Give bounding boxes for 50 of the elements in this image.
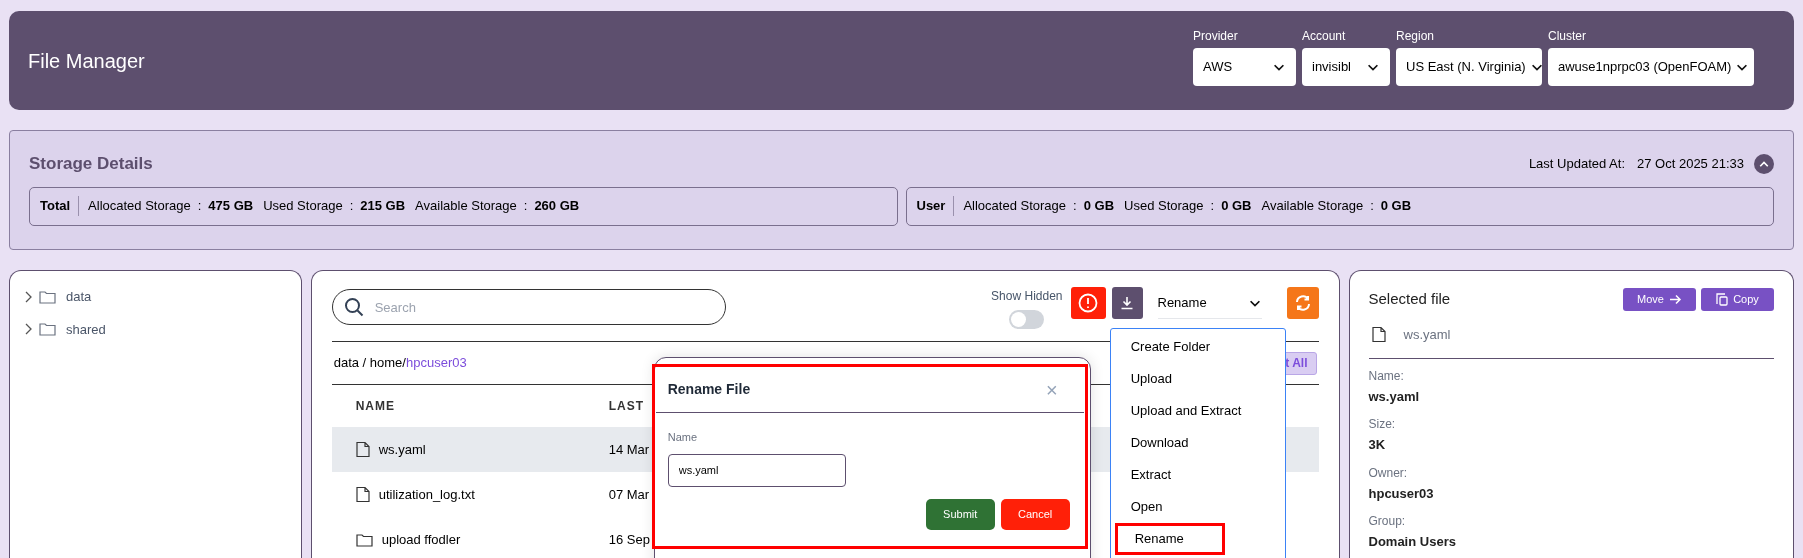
breadcrumb: data / home/hpcuser03 bbox=[333, 354, 467, 373]
detail-value: Domain Users bbox=[1368, 533, 1457, 551]
file-date: 14 Mar bbox=[608, 440, 650, 459]
stat-label: Allocated Storage bbox=[963, 197, 1067, 216]
stat-value: 0 GB bbox=[1083, 197, 1114, 216]
stat-value: 260 GB bbox=[534, 197, 580, 216]
detail-label: Owner: bbox=[1368, 464, 1409, 482]
stat-separator: : bbox=[197, 197, 202, 216]
detail-value: hpcuser03 bbox=[1368, 484, 1435, 503]
page-title: File Manager bbox=[28, 48, 145, 74]
selector-label: Cluster bbox=[1548, 28, 1587, 45]
stat-value: 475 GB bbox=[208, 197, 254, 216]
updated-label: Last Updated At: bbox=[1528, 155, 1625, 173]
file-name: upload ffodler bbox=[381, 530, 461, 549]
stat-separator: : bbox=[1210, 197, 1215, 216]
file-date: 16 Sep bbox=[608, 530, 650, 549]
detail-value: ws.yaml bbox=[1368, 387, 1421, 406]
selector-label: Account bbox=[1302, 28, 1347, 45]
updated-value: 27 Oct 2025 21:33 bbox=[1637, 155, 1744, 173]
stat-separator: : bbox=[349, 197, 354, 216]
stat-value: 215 GB bbox=[360, 197, 406, 216]
selected-file-name: ws.yaml bbox=[1403, 326, 1451, 344]
file-name: ws.yaml bbox=[378, 440, 426, 459]
selector-label: Region bbox=[1396, 28, 1436, 45]
stat-label: Available Storage bbox=[415, 197, 517, 216]
stat-label: Allocated Storage bbox=[88, 197, 191, 216]
file-name: utilization_log.txt bbox=[378, 485, 475, 504]
selector-label: Provider bbox=[1193, 28, 1239, 45]
group-label: Total bbox=[40, 196, 80, 216]
detail-value: 3K bbox=[1368, 436, 1387, 454]
column-header: NAME bbox=[355, 398, 397, 415]
stat-label: Available Storage bbox=[1261, 197, 1364, 216]
stat-label: Used Storage bbox=[1124, 197, 1204, 216]
detail-label: Size: bbox=[1368, 416, 1397, 433]
section-title: Storage Details bbox=[29, 153, 153, 175]
detail-label: Name: bbox=[1368, 367, 1405, 385]
stat-value: 0 GB bbox=[1221, 197, 1252, 216]
toggle-label: Show Hidden bbox=[991, 288, 1063, 305]
file-date: 07 Mar bbox=[608, 485, 650, 504]
panel-title: Selected file bbox=[1368, 289, 1451, 310]
stat-label: Used Storage bbox=[263, 197, 343, 216]
stat-separator: : bbox=[1073, 197, 1077, 216]
field-label: Name bbox=[667, 430, 699, 445]
column-header: LAST bbox=[608, 398, 645, 415]
detail-label: Group: bbox=[1368, 513, 1407, 530]
stat-separator: : bbox=[523, 197, 528, 216]
group-label: User bbox=[916, 196, 955, 216]
dialog-title: Rename File bbox=[667, 380, 751, 399]
stat-separator: : bbox=[1370, 197, 1374, 216]
stat-value: 0 GB bbox=[1380, 197, 1412, 216]
